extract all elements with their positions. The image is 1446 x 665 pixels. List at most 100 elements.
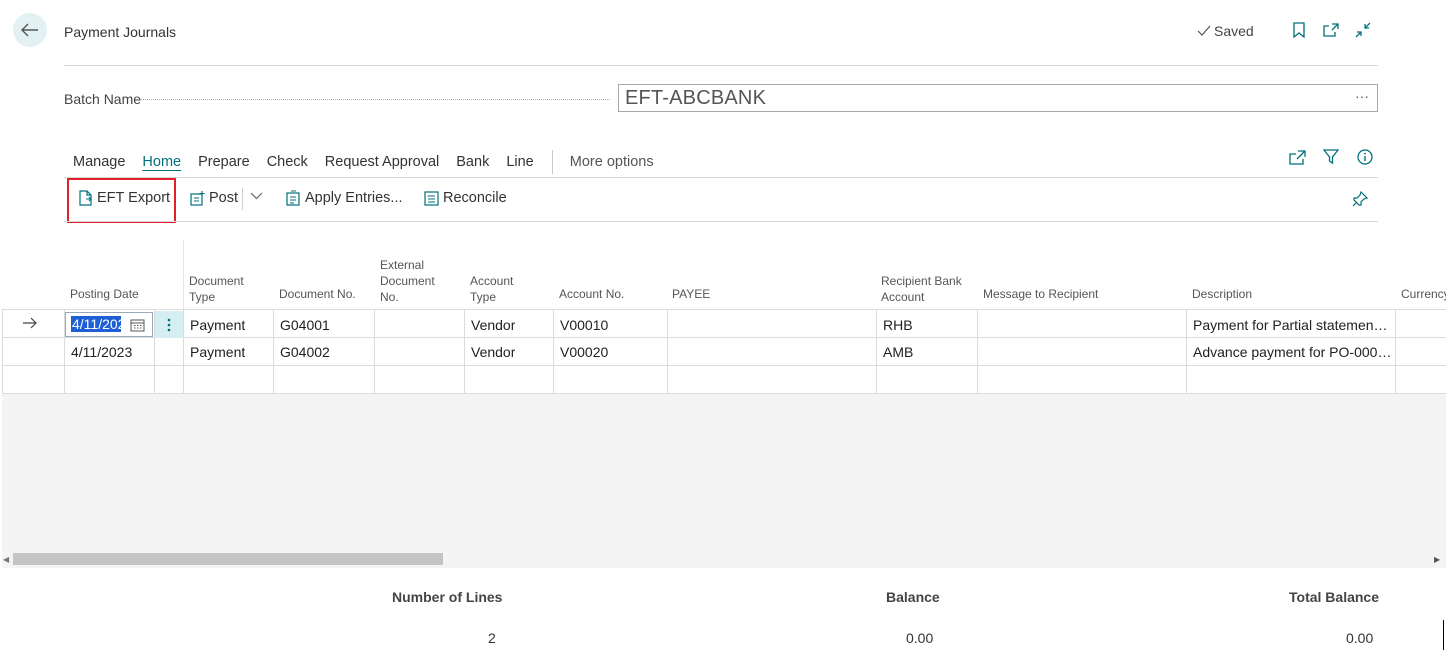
grid-line <box>2 337 1446 338</box>
grid-line <box>464 309 465 393</box>
row2-account-no[interactable]: V00020 <box>560 344 608 360</box>
grid-line <box>667 309 668 393</box>
post-icon <box>190 191 205 206</box>
text-cursor <box>1443 620 1444 650</box>
header-divider <box>64 65 1378 66</box>
back-button[interactable] <box>13 13 47 47</box>
collapse-icon[interactable] <box>1354 20 1372 40</box>
page-title: Payment Journals <box>64 24 177 40</box>
saved-label: Saved <box>1214 23 1254 39</box>
menu-prepare[interactable]: Prepare <box>198 154 250 170</box>
batch-name-lookup-button[interactable]: ··· <box>1355 88 1369 104</box>
col-account-no[interactable]: Account No. <box>559 286 624 302</box>
row1-account-type[interactable]: Vendor <box>471 317 515 333</box>
row2-account-type[interactable]: Vendor <box>471 344 515 360</box>
grid-line <box>876 309 877 393</box>
post-dropdown-button[interactable] <box>250 192 263 200</box>
info-icon[interactable] <box>1356 148 1374 166</box>
col-recipient-bank-account[interactable]: Recipient Bank Account <box>881 273 971 305</box>
col-posting-date[interactable]: Posting Date <box>70 286 139 302</box>
filter-icon[interactable] <box>1322 148 1340 166</box>
row-actions-button[interactable] <box>155 311 183 338</box>
col-account-type[interactable]: Account Type <box>470 273 530 305</box>
grid-line <box>2 365 1446 366</box>
chevron-down-icon <box>250 192 263 200</box>
scroll-right-arrow-icon[interactable]: ▶ <box>1434 555 1440 564</box>
eft-export-label: EFT Export <box>97 190 171 206</box>
eft-export-button[interactable]: EFT Export <box>79 190 170 206</box>
horizontal-scrollbar-thumb[interactable] <box>13 553 443 565</box>
menu-divider <box>64 177 1378 178</box>
menu-request-approval[interactable]: Request Approval <box>325 154 439 170</box>
grid-line <box>1395 309 1396 393</box>
row1-document-type[interactable]: Payment <box>190 317 245 333</box>
col-currency[interactable]: Currency <box>1401 286 1446 302</box>
share-icon[interactable] <box>1288 148 1306 166</box>
total-balance-value: 0.00 <box>1346 630 1374 646</box>
row2-document-type[interactable]: Payment <box>190 344 245 360</box>
menu-bank[interactable]: Bank <box>456 154 489 170</box>
row2-description[interactable]: Advance payment for PO-0001... <box>1193 344 1393 360</box>
check-icon <box>1197 25 1211 36</box>
row1-description[interactable]: Payment for Partial statement ... <box>1193 317 1391 333</box>
pin-icon[interactable] <box>1352 190 1369 210</box>
posting-date-input[interactable]: 4/11/202 <box>65 312 153 337</box>
reconcile-label: Reconcile <box>443 190 507 206</box>
menu-home[interactable]: Home <box>142 154 181 170</box>
bookmark-icon[interactable] <box>1290 20 1308 40</box>
header-column-divider <box>183 240 184 310</box>
grid-line <box>273 309 274 393</box>
saved-status: Saved <box>1197 23 1254 39</box>
row2-document-no[interactable]: G04002 <box>280 344 330 360</box>
batch-name-label: Batch Name <box>64 91 142 107</box>
batch-name-field[interactable]: EFT-ABCBANK ··· <box>618 84 1378 112</box>
col-payee[interactable]: PAYEE <box>672 286 710 302</box>
document-export-icon <box>79 190 92 206</box>
col-document-type[interactable]: Document Type <box>189 273 259 305</box>
arrow-left-icon <box>21 23 38 37</box>
total-balance-label: Total Balance <box>1289 589 1379 605</box>
balance-value: 0.00 <box>906 630 934 646</box>
row2-posting-date[interactable]: 4/11/2023 <box>71 344 132 360</box>
apply-entries-button[interactable]: Apply Entries... <box>286 190 403 206</box>
menu-more-options[interactable]: More options <box>570 154 654 170</box>
toolbar-divider <box>64 221 1378 222</box>
grid-empty-area <box>2 394 1446 568</box>
col-description[interactable]: Description <box>1192 286 1252 302</box>
grid-line <box>2 309 1446 310</box>
posting-date-selected-text: 4/11/202 <box>71 316 121 332</box>
grid-line <box>1186 309 1187 393</box>
calendar-icon[interactable] <box>130 318 145 335</box>
row1-document-no[interactable]: G04001 <box>280 317 330 333</box>
col-document-no[interactable]: Document No. <box>279 286 356 302</box>
grid-line <box>977 309 978 393</box>
col-external-document-no[interactable]: External Document No. <box>380 257 450 305</box>
batch-name-value: EFT-ABCBANK <box>625 87 767 109</box>
balance-label: Balance <box>886 589 940 605</box>
scroll-left-arrow-icon[interactable]: ◀ <box>3 555 9 564</box>
row1-account-no[interactable]: V00010 <box>560 317 608 333</box>
menu-check[interactable]: Check <box>267 154 308 170</box>
menu-line[interactable]: Line <box>506 154 533 170</box>
row2-recipient-bank-account[interactable]: AMB <box>883 344 913 360</box>
grid-line <box>374 309 375 393</box>
menu-separator <box>551 150 553 174</box>
current-row-arrow-icon <box>22 316 38 332</box>
grid-line <box>2 309 3 393</box>
reconcile-icon <box>424 190 439 206</box>
reconcile-button[interactable]: Reconcile <box>424 190 507 206</box>
grid-line <box>553 309 554 393</box>
apply-entries-label: Apply Entries... <box>305 190 403 206</box>
open-new-window-icon[interactable] <box>1322 20 1340 40</box>
post-button[interactable]: Post <box>190 190 238 206</box>
batch-name-leader <box>140 99 610 100</box>
apply-entries-icon <box>286 190 300 206</box>
menu-manage[interactable]: Manage <box>73 154 125 170</box>
post-separator <box>242 188 243 210</box>
row1-recipient-bank-account[interactable]: RHB <box>883 317 913 333</box>
col-message-to-recipient[interactable]: Message to Recipient <box>983 286 1098 302</box>
action-menu: Manage Home Prepare Check Request Approv… <box>73 150 671 174</box>
post-label: Post <box>209 190 239 206</box>
number-of-lines-label: Number of Lines <box>392 589 503 605</box>
grid-line <box>183 309 184 393</box>
